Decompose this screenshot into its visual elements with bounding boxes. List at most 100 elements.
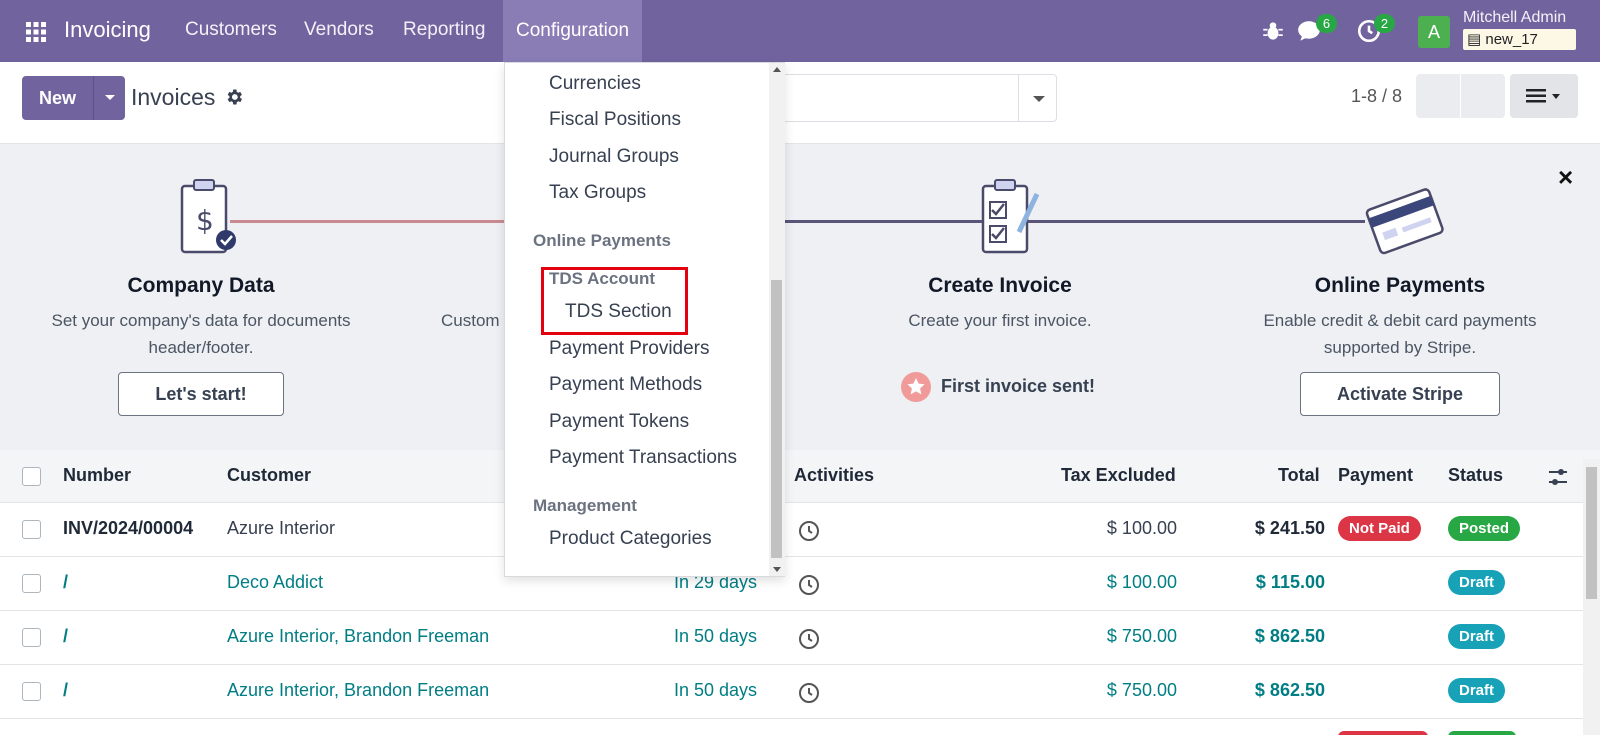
- column-status[interactable]: Status: [1448, 465, 1503, 486]
- scroll-down-arrow[interactable]: [773, 567, 781, 572]
- table-row[interactable]: [0, 719, 1600, 735]
- menu-item-payment-providers[interactable]: Payment Providers: [549, 338, 710, 360]
- list-header: Number Customer Activities Tax Excluded …: [0, 450, 1600, 503]
- column-activities[interactable]: Activities: [794, 465, 874, 486]
- activities-badge: 2: [1374, 14, 1395, 33]
- column-tax-excluded[interactable]: Tax Excluded: [1061, 465, 1176, 486]
- menu-reporting[interactable]: Reporting: [403, 19, 485, 41]
- payment-badge: [1338, 731, 1428, 735]
- progress-line: [785, 220, 1365, 223]
- top-navbar: Invoicing Customers Vendors Reporting Co…: [0, 0, 1600, 62]
- view-switcher-button[interactable]: [1510, 74, 1578, 118]
- total: $ 862.50: [1254, 680, 1325, 700]
- table-row[interactable]: / Azure Interior, Brandon Freeman In 50 …: [0, 611, 1600, 665]
- row-checkbox[interactable]: [22, 574, 41, 593]
- search-options-toggle[interactable]: [1018, 74, 1057, 122]
- customer-name: Azure Interior: [227, 518, 336, 538]
- invoice-number: /: [63, 680, 69, 700]
- page-title: Invoices: [131, 84, 216, 110]
- scroll-up-arrow[interactable]: [773, 67, 781, 72]
- user-name[interactable]: Mitchell Admin: [1463, 9, 1566, 27]
- search-input[interactable]: [770, 74, 1018, 122]
- due-date: In 50 days: [674, 680, 758, 700]
- due-date: In 50 days: [674, 626, 758, 646]
- activity-clock-icon[interactable]: [798, 682, 820, 704]
- customer-name: Azure Interior, Brandon Freeman: [227, 680, 490, 700]
- credit-card-icon: [1365, 188, 1444, 255]
- menu-item-payment-tokens[interactable]: Payment Tokens: [549, 411, 689, 433]
- tax-excluded: $ 750.00: [1106, 680, 1177, 700]
- step-description: Create your first invoice.: [908, 311, 1092, 330]
- section-management: Management: [533, 496, 637, 515]
- menu-item-fiscal-positions[interactable]: Fiscal Positions: [549, 109, 681, 131]
- status-badge: Draft: [1448, 624, 1506, 649]
- tax-excluded: $ 100.00: [1106, 518, 1177, 538]
- control-panel: New Invoices 1-8 / 8: [0, 62, 1600, 144]
- table-row[interactable]: / Azure Interior, Brandon Freeman In 50 …: [0, 665, 1600, 719]
- menu-vendors[interactable]: Vendors: [304, 19, 374, 41]
- menu-item-payment-methods[interactable]: Payment Methods: [549, 374, 702, 396]
- progress-line: [230, 220, 510, 223]
- bug-icon[interactable]: [1260, 18, 1286, 44]
- new-button[interactable]: New: [22, 76, 93, 120]
- menu-item-tax-groups[interactable]: Tax Groups: [549, 182, 646, 204]
- list-scrollbar-thumb[interactable]: [1586, 467, 1597, 599]
- gear-icon[interactable]: [224, 87, 244, 107]
- invoice-number: INV/2024/00004: [63, 518, 194, 538]
- lets-start-button[interactable]: Let's start!: [118, 372, 284, 416]
- select-all-checkbox[interactable]: [22, 467, 41, 486]
- total: $ 115.00: [1255, 572, 1325, 592]
- highlight-box: [541, 267, 688, 335]
- list-view-icon: [1526, 89, 1560, 103]
- customer-name: Azure Interior, Brandon Freeman: [227, 626, 490, 646]
- menu-customers[interactable]: Customers: [185, 19, 277, 41]
- step-description: Set your company's data for documents he…: [51, 311, 351, 357]
- menu-item-payment-transactions[interactable]: Payment Transactions: [549, 447, 737, 469]
- table-row[interactable]: / Deco Addict In 29 days $ 100.00 $ 115.…: [0, 557, 1600, 611]
- invoice-checklist-icon: [981, 179, 1040, 254]
- pager-next-button[interactable]: [1461, 74, 1505, 118]
- tax-excluded: $ 100.00: [1106, 572, 1177, 592]
- activity-clock-icon[interactable]: [798, 628, 820, 650]
- row-checkbox[interactable]: [22, 520, 41, 539]
- app-name[interactable]: Invoicing: [64, 17, 151, 43]
- row-checkbox[interactable]: [22, 628, 41, 647]
- menu-configuration[interactable]: Configuration: [503, 0, 643, 62]
- menu-item-journal-groups[interactable]: Journal Groups: [549, 146, 679, 168]
- step-title: Online Payments: [1314, 274, 1486, 297]
- step-title: Company Data: [127, 274, 275, 297]
- apps-icon[interactable]: [24, 20, 48, 44]
- table-row[interactable]: INV/2024/00004 Azure Interior $ 100.00 $…: [0, 503, 1600, 557]
- menu-item-currencies[interactable]: Currencies: [549, 73, 641, 95]
- pager-value[interactable]: 1-8 / 8: [1351, 86, 1402, 107]
- activate-stripe-button[interactable]: Activate Stripe: [1300, 372, 1500, 416]
- payment-badge: Not Paid: [1338, 516, 1421, 541]
- first-invoice-sent-label: First invoice sent!: [941, 376, 1096, 396]
- invoice-number: /: [63, 572, 69, 592]
- close-icon[interactable]: ×: [1558, 162, 1573, 193]
- invoice-number: /: [63, 626, 69, 646]
- column-total[interactable]: Total: [1278, 465, 1320, 486]
- avatar[interactable]: A: [1418, 16, 1450, 48]
- status-badge: Draft: [1448, 570, 1506, 595]
- column-number[interactable]: Number: [63, 465, 131, 486]
- activity-clock-icon[interactable]: [798, 520, 820, 542]
- optional-columns-icon[interactable]: [1547, 466, 1569, 488]
- status-badge: Draft: [1448, 678, 1506, 703]
- status-badge: Posted: [1448, 516, 1521, 541]
- svg-text:$: $: [196, 204, 214, 237]
- dropdown-scrollbar-thumb[interactable]: [771, 280, 782, 558]
- column-payment[interactable]: Payment: [1338, 465, 1413, 486]
- tax-excluded: $ 750.00: [1106, 626, 1177, 646]
- step-title: Create Invoice: [928, 274, 1072, 297]
- activity-clock-icon[interactable]: [798, 574, 820, 596]
- onboarding-panel: $ Company Data Set your company's data f…: [0, 144, 1600, 450]
- column-customer[interactable]: Customer: [227, 465, 311, 486]
- database-icon: ▤: [1467, 31, 1482, 48]
- pager-previous-button[interactable]: [1416, 74, 1460, 118]
- star-icon: [901, 372, 931, 402]
- menu-item-product-categories[interactable]: Product Categories: [549, 528, 712, 550]
- new-dropdown-toggle[interactable]: [93, 76, 125, 120]
- messages-badge: 6: [1316, 14, 1337, 33]
- row-checkbox[interactable]: [22, 682, 41, 701]
